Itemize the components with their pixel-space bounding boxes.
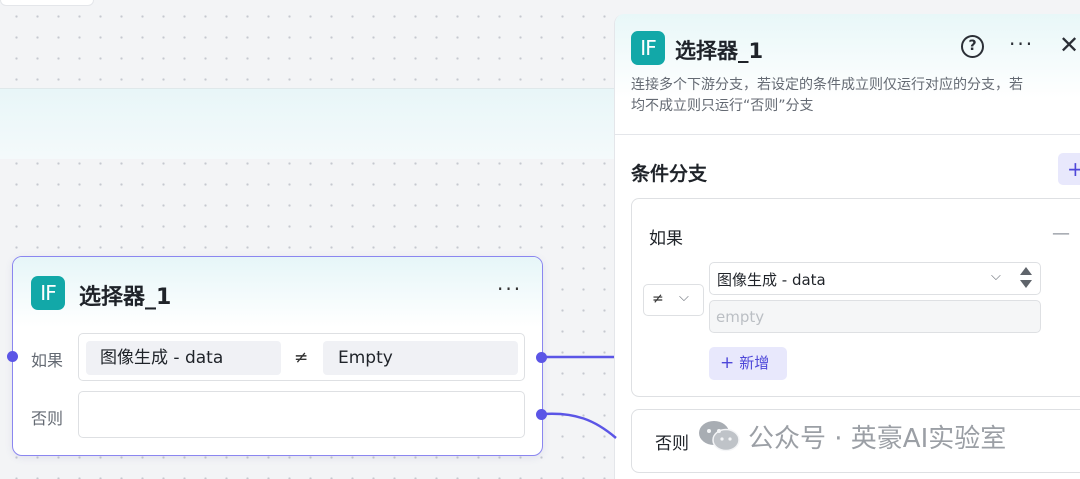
- chevron-down-icon: ⌵: [991, 269, 1001, 284]
- not-equal-icon: ≠: [652, 291, 664, 307]
- if-icon: IF: [631, 31, 665, 65]
- watermark-text: 公众号 · 英豪AI实验室: [748, 424, 1007, 454]
- chevron-down-icon: ⌵: [679, 290, 689, 305]
- plus-icon: +: [720, 353, 735, 373]
- panel-description-line: 连接多个下游分支，若设定的条件成立则仅运行对应的分支，若: [631, 77, 1023, 93]
- wechat-icon: [698, 420, 740, 459]
- edge-else: [542, 412, 617, 439]
- watermark: 公众号 · 英豪AI实验室: [698, 418, 1006, 459]
- value-input[interactable]: [710, 301, 1040, 332]
- variable-select[interactable]: 图像生成 - data ⌵: [709, 262, 1041, 295]
- add-condition-label: 新增: [739, 354, 770, 372]
- if-branch-card: 如果 — ≠ ⌵ 图像生成 - data ⌵ +新增: [631, 198, 1080, 397]
- close-icon[interactable]: ✕: [1059, 31, 1079, 59]
- panel-more-button[interactable]: ···: [1009, 32, 1034, 56]
- value-input-field[interactable]: [709, 300, 1041, 333]
- add-condition-button[interactable]: + 新增: [709, 347, 787, 380]
- reorder-stepper-icon[interactable]: [1019, 265, 1035, 292]
- else-branch-label: 否则: [655, 434, 689, 454]
- section-title: 条件分支: [631, 163, 708, 185]
- panel-description: 连接多个下游分支，若设定的条件成立则仅运行对应的分支，若 均不成立则只运行“否则…: [631, 75, 1080, 117]
- remove-branch-icon[interactable]: —: [1052, 223, 1070, 244]
- if-branch-label: 如果: [649, 229, 683, 249]
- panel-description-line: 均不成立则只运行“否则”分支: [631, 98, 814, 114]
- variable-select-value: 图像生成 - data: [717, 271, 826, 289]
- add-branch-button[interactable]: +: [1058, 153, 1080, 185]
- operator-select[interactable]: ≠ ⌵: [643, 284, 704, 316]
- edge-connectors: [542, 355, 617, 439]
- selector-config-panel: IF 选择器_1 ? ··· ✕ 连接多个下游分支，若设定的条件成立则仅运行对应…: [614, 14, 1080, 479]
- help-icon[interactable]: ?: [961, 35, 984, 58]
- panel-title: 选择器_1: [675, 39, 764, 63]
